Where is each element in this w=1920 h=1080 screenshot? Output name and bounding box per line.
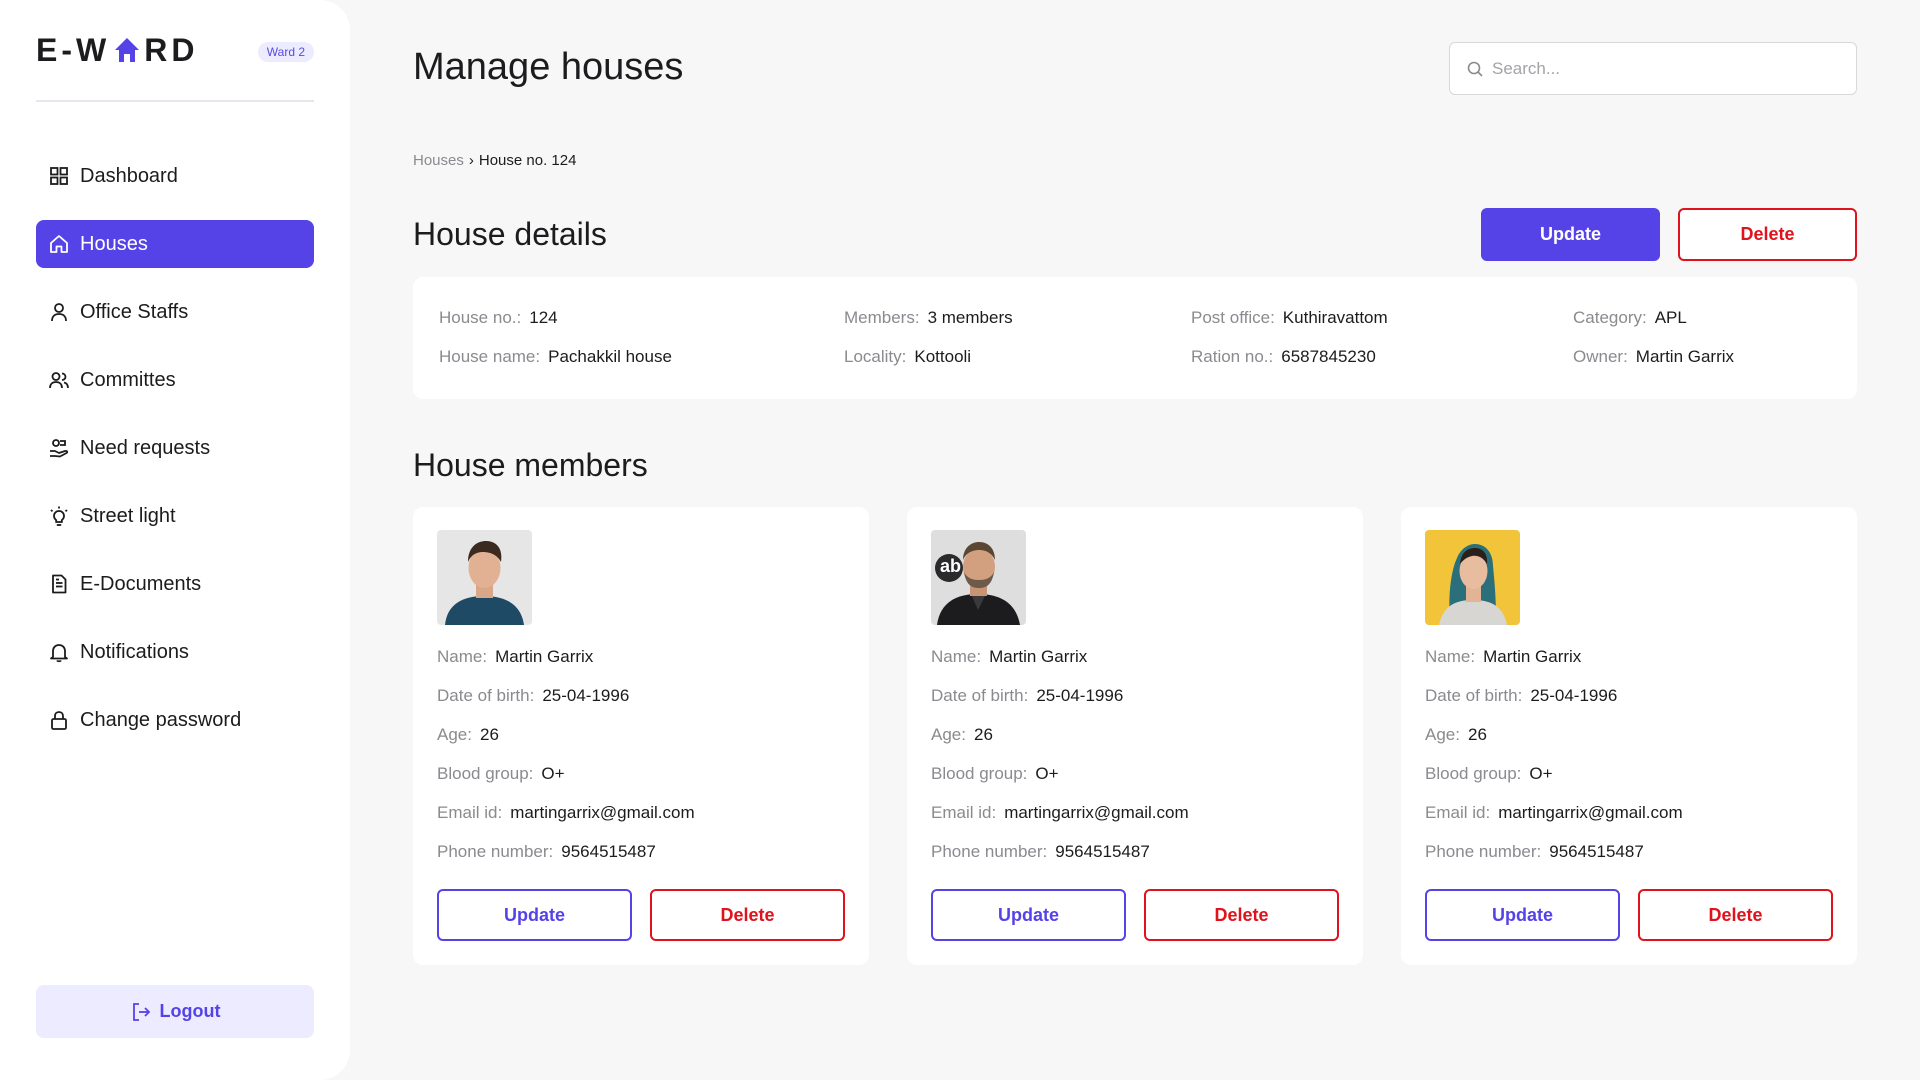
avatar: [931, 530, 1026, 625]
sidebar-item-houses[interactable]: Houses: [36, 220, 314, 268]
sidebar-item-street-light[interactable]: Street light: [36, 492, 314, 540]
sidebar-item-label: Change password: [80, 708, 242, 731]
hand-icon: [50, 439, 69, 458]
member-blood-group: Blood group: O+: [1425, 764, 1553, 783]
sidebar-item-label: Office Staffs: [80, 300, 189, 323]
member-card: Name: Martin Garrix Date of birth: 25-04-1…: [413, 507, 869, 965]
member-name: Name: Martin Garrix: [437, 647, 594, 666]
breadcrumb-houses-link[interactable]: Houses: [413, 152, 464, 169]
detail-category: Category: APL: [1573, 308, 1687, 327]
detail-ration-no: Ration no.: 6587845230: [1191, 347, 1376, 366]
detail-locality: Locality: Kottooli: [844, 347, 972, 366]
sidebar: E-W RD Ward 2 Dashboard Houses Office St…: [0, 0, 350, 1080]
logo-text-end: RD: [144, 31, 199, 68]
search-box[interactable]: [1449, 42, 1857, 95]
member-blood-group: Blood group: O+: [437, 764, 565, 783]
member-blood-group: Blood group: O+: [931, 764, 1059, 783]
sidebar-item-office-staffs[interactable]: Office Staffs: [36, 288, 314, 336]
detail-owner: Owner: Martin Garrix: [1573, 347, 1735, 366]
home-icon: [50, 235, 68, 253]
member-card: Name: Martin Garrix Date of birth: 25-04-1…: [1401, 507, 1857, 965]
avatar: [437, 530, 532, 625]
detail-house-name: House name: Pachakkil house: [439, 347, 672, 366]
member-delete-button[interactable]: Delete: [1144, 889, 1339, 941]
sidebar-item-need-requests[interactable]: Need requests: [36, 424, 314, 472]
member-name: Name: Martin Garrix: [1425, 647, 1582, 666]
user-icon: [51, 303, 67, 322]
logout-button[interactable]: Logout: [36, 985, 314, 1038]
sidebar-item-label: Committes: [80, 368, 176, 391]
member-update-button[interactable]: Update: [931, 889, 1126, 941]
house-delete-button[interactable]: Delete: [1678, 208, 1857, 261]
avatar: [1425, 530, 1520, 625]
ward-badge: Ward 2: [257, 42, 314, 62]
photo-logo-text: ab: [940, 556, 962, 576]
breadcrumb-separator: ›: [468, 152, 474, 169]
logo-text-start: E-W: [36, 31, 111, 68]
member-phone: Phone number: 9564515487: [1425, 842, 1644, 861]
sidebar-item-notifications[interactable]: Notifications: [36, 628, 314, 676]
search-input[interactable]: [1492, 58, 1832, 79]
member-update-button[interactable]: Update: [437, 889, 632, 941]
logout-label: Logout: [159, 1001, 221, 1021]
sidebar-item-e-documents[interactable]: E-Documents: [36, 560, 314, 608]
member-delete-button[interactable]: Delete: [1638, 889, 1833, 941]
member-email: Email id: martingarrix@gmail.com: [931, 803, 1189, 822]
member-dob: Date of birth: 25-04-1996: [931, 686, 1124, 705]
breadcrumb: Houses › House no. 124: [413, 152, 576, 169]
member-dob: Date of birth: 25-04-1996: [1425, 686, 1618, 705]
member-age: Age: 26: [1425, 725, 1487, 744]
breadcrumb-current: House no. 124: [478, 152, 577, 169]
member-age: Age: 26: [931, 725, 993, 744]
house-logo-icon: [115, 38, 140, 62]
member-name: Name: Martin Garrix: [931, 647, 1088, 666]
member-age: Age: 26: [437, 725, 499, 744]
sidebar-item-label: Houses: [80, 232, 148, 255]
detail-post-office: Post office: Kuthiravattom: [1191, 308, 1388, 327]
member-delete-button[interactable]: Delete: [650, 889, 845, 941]
member-email: Email id: martingarrix@gmail.com: [437, 803, 695, 822]
detail-members: Members: 3 members: [844, 308, 1013, 327]
member-photo: [1425, 530, 1520, 625]
sidebar-item-label: E-Documents: [80, 572, 202, 595]
sidebar-item-label: Dashboard: [80, 164, 178, 187]
member-photo: [437, 530, 532, 625]
sidebar-item-dashboard[interactable]: Dashboard: [36, 152, 314, 200]
house-details-card: House no.: 124 House name: Pachakkil house…: [413, 277, 1857, 399]
sidebar-item-label: Need requests: [80, 436, 211, 459]
bell-icon: [50, 644, 68, 663]
sidebar-item-label: Notifications: [80, 640, 189, 663]
house-members-title: House members: [413, 447, 648, 483]
house-details-title: House details: [413, 216, 607, 252]
sidebar-nav: Dashboard Houses Office Staffs Committes…: [36, 152, 314, 764]
sidebar-item-label: Street light: [80, 504, 176, 527]
member-phone: Phone number: 9564515487: [437, 842, 656, 861]
member-dob: Date of birth: 25-04-1996: [437, 686, 630, 705]
page-title: Manage houses: [413, 46, 684, 88]
member-card: ab Name: Martin Garrix Date of birth: 25-0…: [907, 507, 1363, 965]
bulb-icon: [50, 506, 68, 526]
member-photo: ab: [931, 530, 1026, 625]
member-update-button[interactable]: Update: [1425, 889, 1620, 941]
member-email: Email id: martingarrix@gmail.com: [1425, 803, 1683, 822]
grid-icon: [50, 167, 68, 185]
users-icon: [49, 372, 69, 389]
house-update-button[interactable]: Update: [1481, 208, 1660, 261]
sidebar-item-committes[interactable]: Committes: [36, 356, 314, 404]
detail-house-no: House no.: 124: [439, 308, 558, 327]
document-icon: [52, 574, 67, 594]
sidebar-item-change-password[interactable]: Change password: [36, 696, 314, 744]
logout-icon: [132, 1002, 150, 1021]
search-icon: [1467, 61, 1483, 77]
member-phone: Phone number: 9564515487: [931, 842, 1150, 861]
lock-icon: [51, 711, 67, 730]
brand-header: E-W RD Ward 2: [36, 32, 314, 102]
